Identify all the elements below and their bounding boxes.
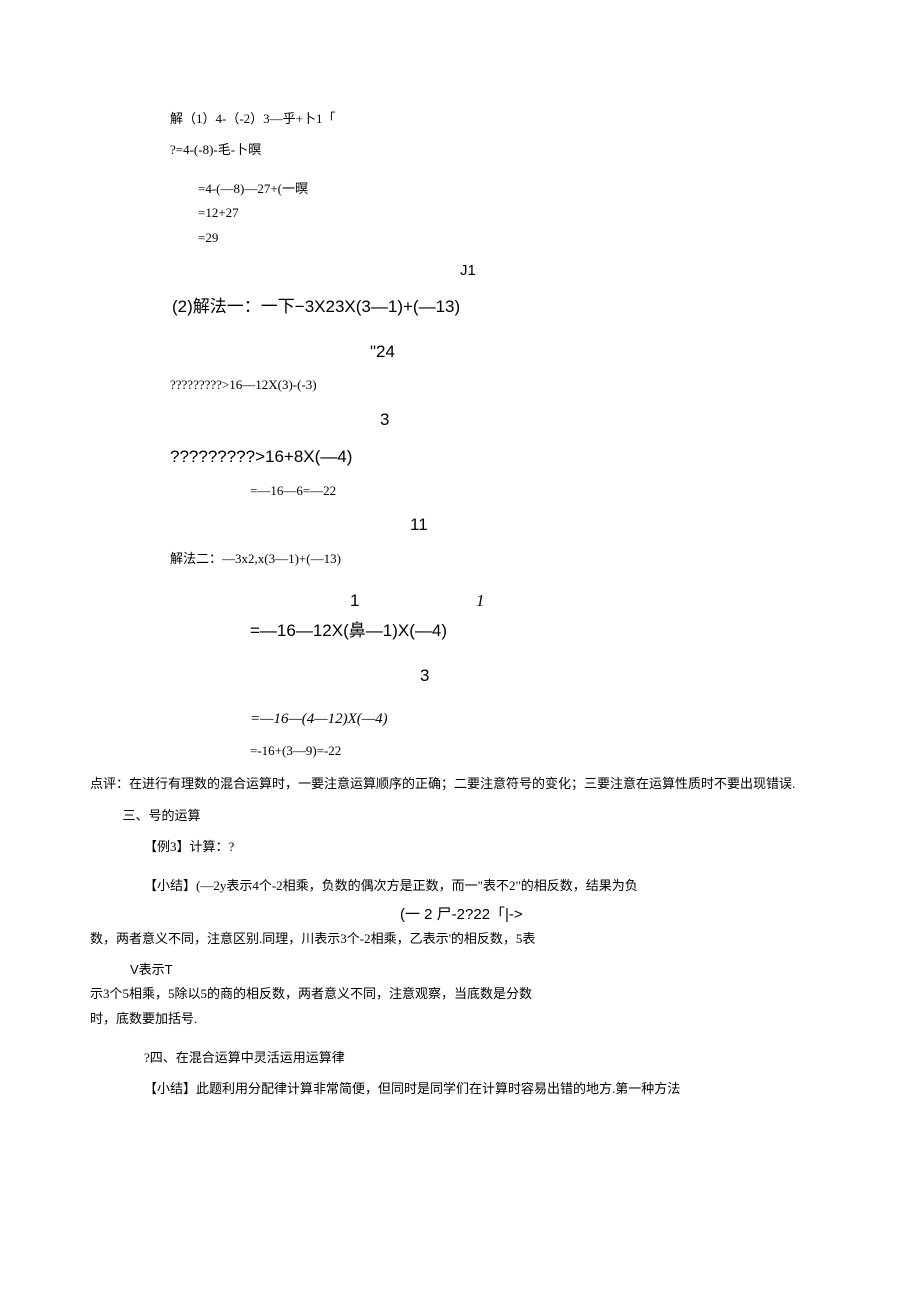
text: "24 (370, 342, 395, 361)
method1-line-4: =—16—6=—22 (250, 481, 830, 502)
solution-line-1: 解（1）4-（-2）3—乎+卜1「 (170, 109, 830, 130)
text: (2)解法一：一下−3X23X(3—1)+(—13) (172, 297, 460, 316)
section-4-title: ?四、在混合运算中灵活运用运算律 (144, 1048, 830, 1069)
method1-line-3: ?????????>16+8X(—4) (170, 443, 830, 470)
example-3: 【例3】计算：? (144, 837, 830, 858)
text: J1 (460, 262, 476, 279)
text: 解（1）4-（-2）3—乎+卜1「 (170, 111, 336, 126)
text: =—16—12X(鼻—1)X(—4) (250, 621, 447, 640)
text: V表示T (130, 962, 173, 977)
fragment-1-1: 1 1 (350, 587, 830, 614)
text: =-16+(3—9)=-22 (250, 743, 341, 758)
text: 点评：在进行有理数的混合运算时，一要注意运算顺序的正确；二要注意符号的变化；三要… (90, 776, 795, 791)
method1-line-2: ?????????>16—12X(3)-(-3) (170, 375, 830, 396)
text: 【小结】(—2y表示4个-2相乘，负数的偶次方是正数，而一"表不2"的相反数，结… (144, 878, 638, 893)
fragment-3b: 3 (420, 662, 830, 689)
summary-line-5: 时，底数要加括号. (90, 1009, 830, 1030)
summary-line-2: 数，两者意义不同，注意区别.同理，川表示3个-2相乘，乙表示'的相反数，5表 (90, 929, 830, 950)
text: =4-(—8)—27+(一暝 (198, 181, 308, 196)
fragment-24: "24 (370, 338, 830, 365)
text: ?=4-(-8)-毛-卜暝 (170, 142, 261, 157)
text: ?????????>16+8X(—4) (170, 447, 352, 466)
text: 【小结】此题利用分配律计算非常简便，但同时是同学们在计算时容易出错的地方.第一种… (144, 1081, 680, 1096)
text: 3 (420, 666, 429, 685)
text: 数，两者意义不同，注意区别.同理，川表示3个-2相乘，乙表示'的相反数，5表 (90, 931, 535, 946)
solution-line-3: =4-(—8)—27+(一暝 (198, 179, 830, 200)
solution-line-2: ?=4-(-8)-毛-卜暝 (170, 140, 830, 161)
summary-line-1: 【小结】(—2y表示4个-2相乘，负数的偶次方是正数，而一"表不2"的相反数，结… (144, 876, 830, 897)
text: =12+27 (198, 205, 239, 220)
fragment-3a: 3 (380, 406, 830, 433)
text: =—16—(4—12)X(—4) (250, 711, 388, 727)
text: (一 2 尸-2?22「|-> (400, 906, 523, 923)
summary-line-4: 示3个5相乘，5除以5的商的相反数，两者意义不同，注意观察，当底数是分数 (90, 984, 830, 1005)
summary-4: 【小结】此题利用分配律计算非常简便，但同时是同学们在计算时容易出错的地方.第一种… (144, 1079, 830, 1100)
text: 【例3】计算：? (144, 839, 234, 854)
text-a: 1 (350, 591, 359, 610)
method2-line-2: =—16—12X(鼻—1)X(—4) (250, 617, 830, 644)
section-3-title: 三、号的运算 (90, 806, 830, 827)
text: ?四、在混合运算中灵活运用运算律 (144, 1050, 345, 1065)
math-inline-fragment: (一 2 尸-2?22「|-> (400, 903, 830, 927)
text: 示3个5相乘，5除以5的商的相反数，两者意义不同，注意观察，当底数是分数 (90, 986, 532, 1001)
text: 解法二：—3x2,x(3—1)+(—13) (170, 551, 341, 566)
solution-line-5: =29 (198, 228, 830, 249)
method1-line-1: (2)解法一：一下−3X23X(3—1)+(—13) (172, 293, 830, 320)
method2-line-3: =—16—(4—12)X(—4) (250, 707, 830, 731)
document-page: 解（1）4-（-2）3—乎+卜1「 ?=4-(-8)-毛-卜暝 =4-(—8)—… (0, 0, 920, 1303)
text: ?????????>16—12X(3)-(-3) (170, 377, 317, 392)
text: 11 (410, 515, 428, 534)
comment-paragraph: 点评：在进行有理数的混合运算时，一要注意运算顺序的正确；二要注意符号的变化；三要… (90, 772, 830, 797)
text: =—16—6=—22 (250, 483, 336, 498)
text: 三、号的运算 (123, 808, 201, 823)
summary-line-3: V表示T (130, 960, 830, 981)
fragment-11: 11 (410, 511, 830, 538)
text: 时，底数要加括号. (90, 1011, 197, 1026)
text-b: 1 (476, 591, 485, 610)
method2-line-4: =-16+(3—9)=-22 (250, 741, 830, 762)
solution-line-4: =12+27 (198, 203, 830, 224)
text: =29 (198, 230, 218, 245)
method2-line-1: 解法二：—3x2,x(3—1)+(—13) (170, 549, 830, 570)
text: 3 (380, 410, 389, 429)
fragment-j1: J1 (460, 259, 830, 283)
